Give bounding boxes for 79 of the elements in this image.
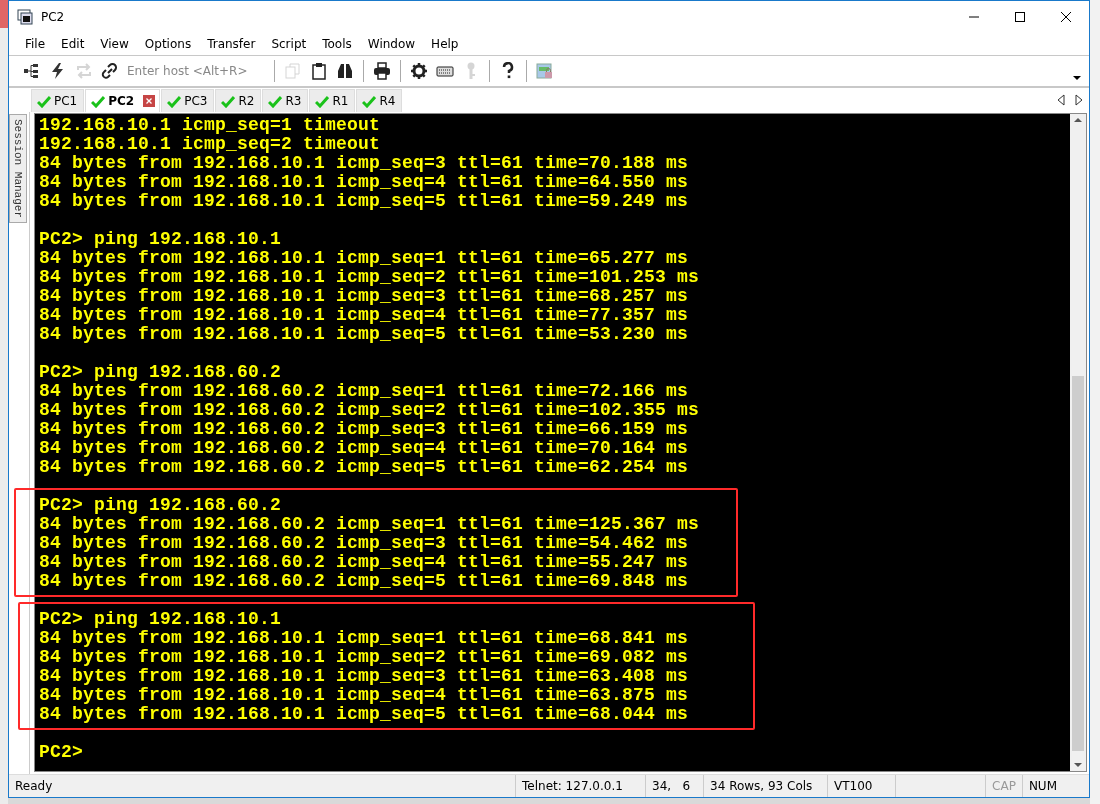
terminal-line: 84 bytes from 192.168.10.1 icmp_seq=5 ttl=61 time=68.044 ms [39, 705, 690, 724]
session-tab[interactable]: R1 [309, 89, 356, 112]
terminal-line: 84 bytes from 192.168.10.1 icmp_seq=2 ttl=61 time=69.082 ms [39, 648, 690, 667]
terminal-line: 84 bytes from 192.168.60.2 icmp_seq=3 ttl=61 time=66.159 ms [39, 420, 690, 439]
terminal-line: 84 bytes from 192.168.10.1 icmp_seq=4 ttl=61 time=77.357 ms [39, 306, 690, 325]
check-icon [315, 94, 330, 108]
terminal-line: 84 bytes from 192.168.10.1 icmp_seq=3 ttl=61 time=63.408 ms [39, 667, 690, 686]
session-tab[interactable]: R4 [356, 89, 403, 112]
terminal-line: 84 bytes from 192.168.10.1 icmp_seq=5 ttl=61 time=53.230 ms [39, 325, 690, 344]
app-icon [17, 9, 33, 25]
maximize-icon [1014, 11, 1026, 23]
terminal-line: 84 bytes from 192.168.60.2 icmp_seq=5 ttl=61 time=69.848 ms [39, 572, 690, 591]
link-icon[interactable] [101, 62, 119, 80]
status-text: CAP [985, 775, 1022, 797]
left-arrow-icon[interactable] [1057, 94, 1065, 106]
clipboard-icon[interactable] [310, 62, 328, 80]
status-text: 34 Rows, 93 Cols [703, 775, 828, 797]
right-arrow-icon[interactable] [1075, 94, 1083, 106]
status-text: NUM [1021, 775, 1063, 797]
menu-item[interactable]: Window [359, 37, 424, 51]
menu-item[interactable]: Help [423, 37, 467, 51]
terminal-line: 84 bytes from 192.168.10.1 icmp_seq=3 ttl=61 time=68.257 ms [39, 287, 690, 306]
lock-icon[interactable] [536, 62, 554, 80]
terminal-line: PC2> [39, 743, 84, 762]
check-icon [91, 94, 106, 108]
session-tab[interactable]: PC2 [85, 89, 161, 112]
terminal-line: 84 bytes from 192.168.60.2 icmp_seq=1 ttl=61 time=125.367 ms [39, 515, 701, 534]
terminal-line: 84 bytes from 192.168.60.2 icmp_seq=1 ttl=61 time=72.166 ms [39, 382, 690, 401]
scrollbar-thumb[interactable] [1072, 376, 1084, 751]
window-edge [0, 0, 8, 28]
scroll-up-icon[interactable] [1074, 118, 1082, 122]
terminal-line: 84 bytes from 192.168.60.2 icmp_seq=4 ttl=61 time=70.164 ms [39, 439, 690, 458]
terminal-line: PC2> ping 192.168.10.1 [39, 610, 283, 629]
check-icon [362, 94, 377, 108]
check-icon [37, 94, 51, 108]
terminal-line: PC2> ping 192.168.60.2 [39, 363, 283, 382]
status-text: VT100 [827, 775, 896, 797]
check-icon [221, 94, 236, 108]
settings-icon[interactable] [410, 62, 428, 80]
terminal-line: 84 bytes from 192.168.10.1 icmp_seq=1 ttl=61 time=65.277 ms [39, 249, 690, 268]
terminal-line: 84 bytes from 192.168.10.1 icmp_seq=1 ttl=61 time=68.841 ms [39, 629, 690, 648]
window-title: PC2 [41, 10, 65, 24]
status-text: Ready [14, 778, 54, 795]
scroll-down-icon[interactable] [1074, 763, 1082, 767]
session-manager-tab[interactable]: Session Manager [9, 114, 27, 224]
terminal-line: PC2> ping 192.168.60.2 [39, 496, 283, 515]
printer-icon[interactable] [373, 62, 391, 80]
binoculars-icon[interactable] [336, 62, 354, 80]
dropdown-icon[interactable] [1073, 76, 1081, 80]
close-icon[interactable] [143, 95, 156, 107]
status-text: Telnet: 127.0.0.1 [515, 775, 646, 797]
close-icon [1060, 11, 1072, 23]
menu-item[interactable]: Tools [314, 37, 360, 51]
check-icon [268, 94, 283, 108]
terminal-line: 84 bytes from 192.168.60.2 icmp_seq=2 ttl=61 time=102.355 ms [39, 401, 701, 420]
session-tab[interactable]: R3 [262, 89, 309, 112]
menu-item[interactable]: View [92, 37, 137, 51]
terminal-line: 84 bytes from 192.168.10.1 icmp_seq=3 ttl=61 time=70.188 ms [39, 154, 690, 173]
menu-item[interactable]: Options [136, 37, 200, 51]
menu-item[interactable]: Script [263, 37, 315, 51]
status-text: 34, 6 [645, 775, 704, 797]
terminal-line: PC2> ping 192.168.10.1 [39, 230, 283, 249]
terminal-line: 84 bytes from 192.168.10.1 icmp_seq=2 ttl=61 time=101.253 ms [39, 268, 701, 287]
terminal-line: 192.168.10.1 icmp_seq=2 timeout [39, 135, 382, 154]
menu-item[interactable]: Transfer [199, 37, 264, 51]
menu-item[interactable]: File [17, 37, 54, 51]
terminal-line: 84 bytes from 192.168.10.1 icmp_seq=4 ttl=61 time=63.875 ms [39, 686, 690, 705]
terminal-line: 84 bytes from 192.168.60.2 icmp_seq=3 ttl=61 time=54.462 ms [39, 534, 690, 553]
terminal-line: 84 bytes from 192.168.60.2 icmp_seq=4 ttl=61 time=55.247 ms [39, 553, 690, 572]
session-tab[interactable]: R2 [215, 89, 262, 112]
menu-item[interactable]: Edit [53, 37, 93, 51]
session-tab[interactable]: PC1 [31, 89, 85, 112]
terminal-line: 84 bytes from 192.168.60.2 icmp_seq=5 ttl=61 time=62.254 ms [39, 458, 690, 477]
session-tab[interactable]: PC3 [161, 89, 215, 112]
terminal-line: 84 bytes from 192.168.10.1 icmp_seq=5 ttl=61 time=59.249 ms [39, 192, 690, 211]
terminal-line: 192.168.10.1 icmp_seq=1 timeout [39, 116, 382, 135]
check-icon [167, 94, 182, 108]
tree-icon[interactable] [23, 62, 41, 80]
terminal-line: 84 bytes from 192.168.10.1 icmp_seq=4 ttl=61 time=64.550 ms [39, 173, 690, 192]
